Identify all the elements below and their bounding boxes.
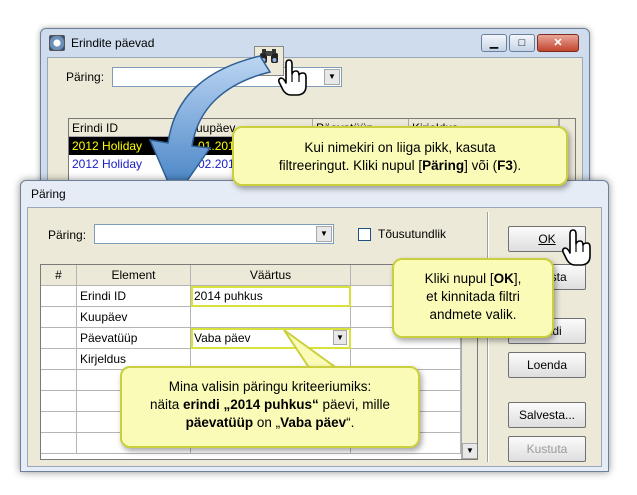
hand-cursor-icon bbox=[560, 228, 594, 271]
dropdown-arrow-icon[interactable]: ▼ bbox=[324, 69, 340, 85]
callout-filter-line1: Kui nimekiri on liiga pikk, kasuta bbox=[304, 140, 496, 155]
callout-criteria: Mina valisin päringu kriteeriumiks: näit… bbox=[120, 366, 420, 448]
grid-value-cell[interactable] bbox=[191, 307, 351, 328]
callout-criteria-line2: näita erindi „2014 puhkus“ päevi, mille bbox=[149, 397, 391, 412]
grid-row-number bbox=[41, 391, 77, 412]
delete-button[interactable]: Kustuta bbox=[508, 436, 586, 462]
save-button[interactable]: Salvesta... bbox=[508, 402, 586, 428]
grid-element-cell[interactable]: Erindi ID bbox=[77, 286, 191, 307]
list-button[interactable]: Loenda bbox=[508, 352, 586, 378]
grid-row-number bbox=[41, 307, 77, 328]
app-icon bbox=[49, 35, 65, 51]
dropdown-arrow-icon[interactable]: ▼ bbox=[316, 226, 332, 242]
maximize-icon: □ bbox=[518, 37, 526, 49]
grid-row-number bbox=[41, 433, 77, 454]
grid-element-cell[interactable]: Kuupäev bbox=[77, 307, 191, 328]
callout-criteria-line3: päevatüüp on „Vaba päev“. bbox=[185, 415, 355, 430]
dialog-query-combo[interactable]: ▼ bbox=[94, 224, 334, 244]
close-button[interactable]: ✕ bbox=[537, 34, 579, 52]
callout-ok-line2: et kinnitada filtri bbox=[426, 289, 520, 304]
grid-row-number bbox=[41, 370, 77, 391]
callout-filter-line2: filtreeringut. Kliki nupul [Päring] või … bbox=[278, 158, 522, 173]
callout-filter: Kui nimekiri on liiga pikk, kasuta filtr… bbox=[232, 126, 568, 186]
grid-col-element: Element bbox=[77, 265, 191, 286]
ascending-label: Tõusutundlik bbox=[378, 227, 447, 241]
query-label: Päring: bbox=[66, 70, 105, 84]
close-icon: ✕ bbox=[553, 37, 563, 49]
grid-col-value: Väärtus bbox=[191, 265, 351, 286]
dialog-query-label: Päring: bbox=[48, 228, 87, 242]
callout-ok-line1: Kliki nupul [OK], bbox=[424, 271, 522, 286]
maximize-button[interactable]: □ bbox=[509, 34, 535, 52]
query-dialog-title: Päring bbox=[31, 187, 66, 201]
grid-value-cell[interactable]: 2014 puhkus bbox=[191, 286, 351, 307]
grid-value-text: Vaba päev bbox=[194, 331, 251, 345]
grid-element-cell[interactable]: Päevatüüp bbox=[77, 328, 191, 349]
callout-ok: Kliki nupul [OK], et kinnitada filtri an… bbox=[392, 258, 554, 338]
grid-col-hash: # bbox=[41, 265, 77, 286]
grid-row-number bbox=[41, 328, 77, 349]
callout-criteria-line1: Mina valisin päringu kriteeriumiks: bbox=[168, 379, 372, 394]
callout-ok-line3: andmete valik. bbox=[429, 307, 517, 322]
scroll-down-icon[interactable]: ▼ bbox=[462, 443, 477, 459]
grid-row-number bbox=[41, 349, 77, 370]
hand-cursor-icon bbox=[276, 58, 310, 101]
minimize-icon: ▁ bbox=[489, 37, 499, 49]
grid-row-number bbox=[41, 286, 77, 307]
ascending-checkbox[interactable] bbox=[358, 228, 371, 241]
minimize-button[interactable]: ▁ bbox=[481, 34, 507, 52]
grid-row-number bbox=[41, 412, 77, 433]
